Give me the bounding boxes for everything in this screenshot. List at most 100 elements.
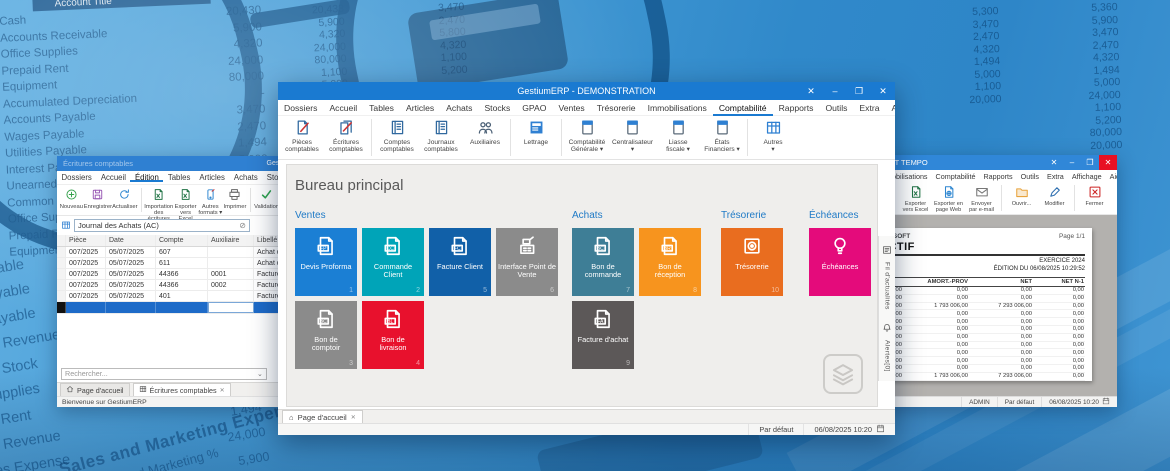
menu-item-accueil[interactable]: Accueil [323,100,363,116]
button-journaux-comptables[interactable]: Journaux comptables [419,117,463,158]
menu-item-aide[interactable]: Aide [1106,172,1117,181]
close-button[interactable]: ✕ [1099,155,1117,170]
main-window-titlebar[interactable]: GestiumERP - DEMONSTRATION ✕–❐✕ [278,82,895,100]
button-nouveau[interactable]: Nouveau [59,186,84,214]
column-header-compte[interactable]: Compte [156,235,208,246]
button-importation-des-ecritures[interactable]: Importation des écritures [144,186,173,214]
button-exporter-vers-excel[interactable]: Exporter vers Excel [173,186,198,214]
menu-item-outils[interactable]: Outils [1017,172,1043,181]
tile-commande-client[interactable]: CCCommande Client2 [362,228,424,296]
tile-devis-proforma[interactable]: FPDevis Proforma1 [295,228,357,296]
minimize-button[interactable]: – [823,82,847,100]
close-button[interactable]: ✕ [871,82,895,100]
menu-item-comptabilite[interactable]: Comptabilité [713,100,773,116]
table-row[interactable]: 007/202505/07/2025443660002Facture N° 00… [57,280,313,291]
minimize-button[interactable]: – [1063,155,1081,170]
tile-facture-client[interactable]: FCFacture Client5 [429,228,491,296]
button-exporter-en-page-web[interactable]: Exporter en page Web [932,183,965,213]
button-enregistrer[interactable]: Enregistrer [84,186,112,214]
menu-item-stocks[interactable]: Stocks [478,100,516,116]
auxiliaire-edit-cell[interactable] [208,302,254,313]
menu-item-articles[interactable]: Articles [400,100,440,116]
journal-selector[interactable]: Journal des Achats (AC) ⊘ [74,219,250,232]
button-exporter-vers-excel[interactable]: Exporter vers Excel [899,183,932,213]
button-ouvrir[interactable]: Ouvrir... [1005,183,1038,213]
right-window-titlebar[interactable]: TEST TEMPO ✕–❐✕ [860,155,1117,170]
dock-tab-alertes-0[interactable]: Alertes[0] [882,320,892,372]
button-validation[interactable]: Validation [254,186,279,214]
button-imprimer[interactable]: Imprimer [223,186,248,214]
column-header-date[interactable]: Date [106,235,156,246]
menu-item-accueil[interactable]: Accueil [96,173,130,182]
maximize-button[interactable]: ❐ [1081,155,1099,170]
dock-tab-fil-d-actualites[interactable]: Fil d'actualités [882,242,892,310]
menu-item-tables[interactable]: Tables [363,100,400,116]
menu-item-extra[interactable]: Extra [1043,172,1068,181]
button-comptabilite-generale[interactable]: Comptabilité Générale ▾ [565,117,609,158]
tile-bon-de-commande[interactable]: BCBon de commande7 [572,228,634,296]
gestiumerp-main-window[interactable]: GestiumERP - DEMONSTRATION ✕–❐✕ Dossiers… [278,82,895,435]
menu-item-extra[interactable]: Extra [853,100,885,116]
menu-item-affichage[interactable]: Affichage [885,100,895,116]
tab-close-icon[interactable]: ✕ [351,414,356,421]
button-fermer[interactable]: Fermer [1078,183,1111,213]
clear-icon[interactable]: ⊘ [239,221,246,230]
tile-tresorerie[interactable]: Trésorerie10 [721,228,783,296]
detach-button[interactable]: ✕ [799,82,823,100]
menu-item-affichage[interactable]: Affichage [1068,172,1106,181]
menu-item-dossiers[interactable]: Dossiers [57,173,96,182]
button-autres[interactable]: Autres ▾ [751,117,795,158]
tab-page-accueil[interactable]: ⌂ Page d'accueil ✕ [282,410,363,423]
menu-item-achats[interactable]: Achats [440,100,478,116]
button-ecritures-comptables[interactable]: Écritures comptables [324,117,368,158]
button-comptes-comptables[interactable]: Comptes comptables [375,117,419,158]
button-autres-formats[interactable]: Autres formats ▾ [198,186,223,214]
button-actualiser[interactable]: Actualiser [112,186,137,214]
menu-item-rapports[interactable]: Rapports [773,100,820,116]
selected-new-entry-row[interactable] [57,302,313,314]
ecritures-comptables-window[interactable]: Écritures comptables GestiumERP Dossiers… [57,156,313,407]
tile-bon-de-livraison[interactable]: BLBon de livraison4 [362,301,424,369]
table-row[interactable]: 007/202505/07/2025401Facture N° 007/2025… [57,291,313,302]
tile-bon-de-comptoir[interactable]: BCBon de comptoir3 [295,301,357,369]
menu-item-dossiers[interactable]: Dossiers [278,100,323,116]
button-auxiliaires[interactable]: Auxiliaires [463,117,507,158]
tile-echeances[interactable]: Échéances [809,228,871,296]
menu-item-ventes[interactable]: Ventes [552,100,590,116]
calendar-icon[interactable] [876,424,885,435]
menu-item-edition[interactable]: Édition [130,173,163,182]
button-etats-financiers[interactable]: États Financiers ▾ [700,117,744,158]
menu-item-outils[interactable]: Outils [819,100,853,116]
chevron-down-icon[interactable]: ⌄ [257,369,263,378]
menu-item-immobilisations[interactable]: Immobilisations [642,100,713,116]
tile-facture-d-achat[interactable]: FAFacture d'achat9 [572,301,634,369]
detach-button[interactable]: ✕ [1045,155,1063,170]
button-envoyer-par-e-mail[interactable]: Envoyer par e-mail [965,183,998,213]
report-preview-area[interactable]: RTASOFT Page 1/1 ACTIF EXERCICE 2024 ÉDI… [860,215,1117,396]
tile-bon-de-reception[interactable]: BRBon de réception8 [639,228,701,296]
tab-close-icon[interactable]: ✕ [220,387,225,394]
calendar-icon[interactable] [1102,397,1110,407]
menu-item-achats[interactable]: Achats [229,173,262,182]
button-centralisateur[interactable]: Centralisateur ▾ [609,117,656,158]
button-modifier[interactable]: Modifier [1038,183,1071,213]
search-input[interactable]: Rechercher... ⌄ [61,368,267,380]
table-row[interactable]: 007/202505/07/2025443660001Facture N° 00… [57,269,313,280]
button-liasse-fiscale[interactable]: Liasse fiscale ▾ [656,117,700,158]
menu-item-comptabilite[interactable]: Comptabilité [932,172,980,181]
menu-item-rapports[interactable]: Rapports [979,172,1016,181]
menu-item-tables[interactable]: Tables [163,173,195,182]
menu-item-articles[interactable]: Articles [195,173,230,182]
tab-page-d-accueil[interactable]: Page d'accueil [60,383,130,396]
table-row[interactable]: 007/202505/07/2025607Achat de marchandis… [57,247,313,258]
menu-item-tresorerie[interactable]: Trésorerie [591,100,642,116]
left-window-titlebar[interactable]: Écritures comptables GestiumERP [57,156,313,171]
report-preview-window[interactable]: TEST TEMPO ✕–❐✕ ImmobilisationsComptabil… [860,155,1117,407]
maximize-button[interactable]: ❐ [847,82,871,100]
table-row[interactable]: 007/202505/07/2025611Achat de prestation… [57,258,313,269]
column-header-piece[interactable]: Pièce [66,235,106,246]
layers-button[interactable] [823,354,863,394]
menu-item-gpao[interactable]: GPAO [516,100,552,116]
tile-interface-point-de-vente[interactable]: Interface Point de Vente6 [496,228,558,296]
tab-ecritures-comptables[interactable]: Écritures comptables✕ [133,383,231,396]
